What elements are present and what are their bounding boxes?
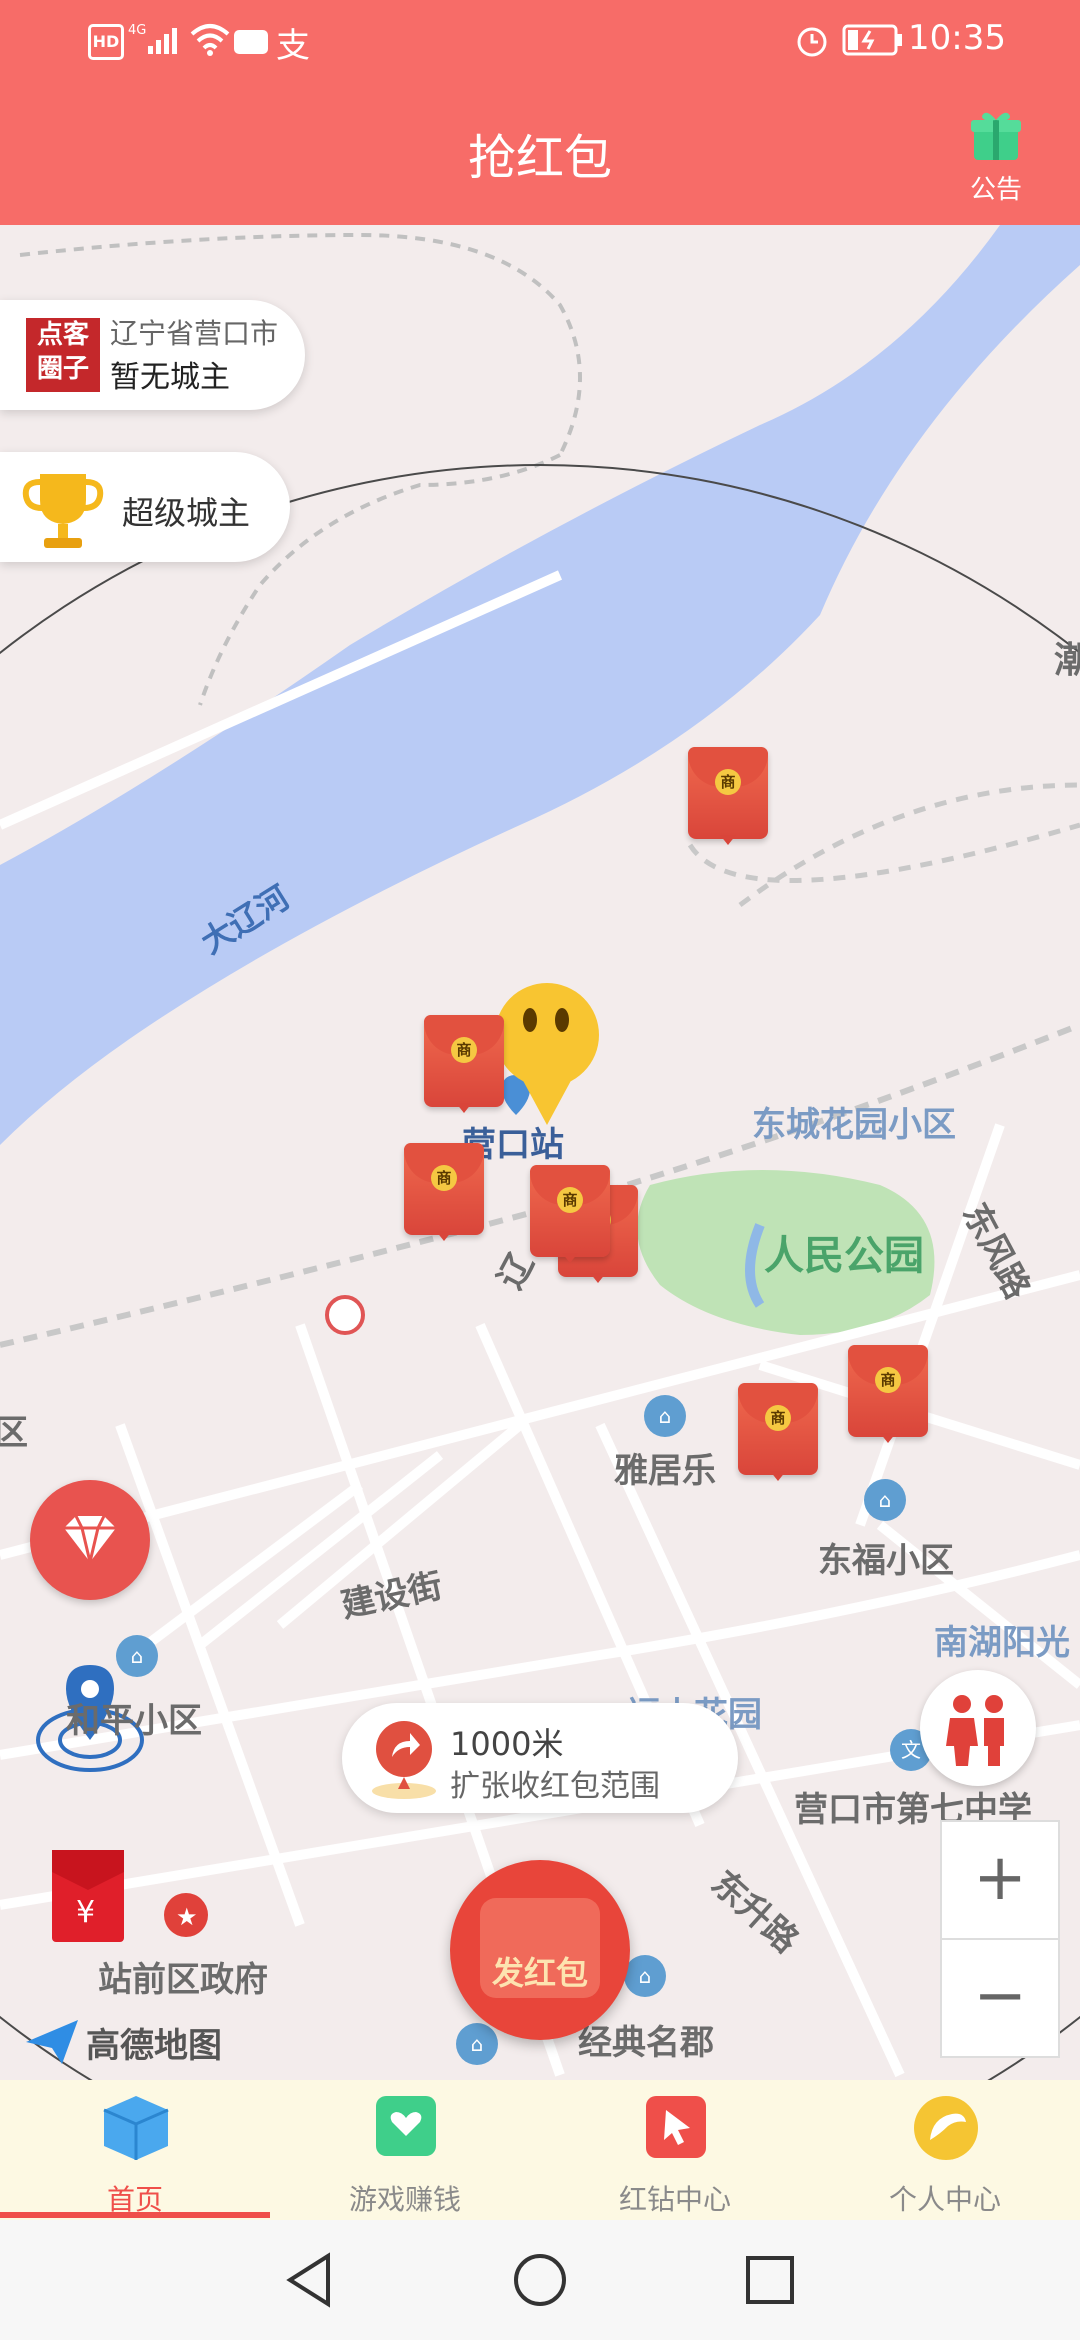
battery-icon: [842, 24, 902, 56]
box-icon: [103, 2096, 169, 2160]
range-distance: 1000米: [450, 1725, 564, 1763]
red-envelope-marker[interactable]: 商: [738, 1383, 818, 1483]
poi-pin-icon: ⌂: [116, 1635, 158, 1677]
share-pin-icon: [372, 1721, 436, 1799]
wifi-icon: [190, 24, 230, 56]
huawei-icon: [234, 30, 268, 54]
trophy-icon: [22, 474, 104, 548]
red-envelope-marker[interactable]: 商: [424, 1015, 504, 1115]
page-title: 抢红包: [467, 130, 612, 186]
map-view[interactable]: ★ 点客圈子 辽宁省营口市 暂无城主 超级城主 大辽河 营口站 东城花园小区 人…: [0, 225, 1080, 2080]
send-envelope-button[interactable]: 发红包: [450, 1860, 630, 2040]
alipay-icon: 支: [276, 26, 310, 66]
amap-label: 高德地图: [86, 2026, 222, 2066]
jingdian-label: 经典名郡: [578, 2023, 714, 2063]
zoom-in-label: +: [973, 1841, 1027, 1915]
cursor-icon: [646, 2096, 706, 2158]
notice-button[interactable]: 公告: [946, 106, 1046, 206]
tab-profile-label: 个人中心: [888, 2183, 1001, 2216]
bottom-tab-bar: 首页 游戏赚钱 红钻中心 个人中心: [0, 2080, 1080, 2220]
app-header: HD 4G 支 10:35 抢红包 公告: [0, 0, 1080, 225]
zoom-out-button[interactable]: −: [940, 1938, 1060, 2058]
gift-icon: [971, 112, 1021, 160]
range-action: 扩张收红包范围: [450, 1769, 660, 1804]
couple-icon: [946, 1695, 1004, 1766]
yuan-envelope-icon: ¥: [52, 1850, 124, 1930]
hd-icon: HD: [88, 24, 124, 60]
zhanqian-label: 站前区政府: [98, 1960, 268, 2000]
amap-icon: [26, 2020, 78, 2064]
poi-pin-icon: ⌂: [864, 1479, 906, 1521]
heping-label: 和平小区: [66, 1701, 202, 1741]
4g-signal-icon: 4G: [128, 23, 177, 54]
tab-diamond-center[interactable]: 红钻中心: [540, 2080, 810, 2220]
svg-text:★: ★: [176, 1903, 198, 1931]
diamond-button[interactable]: [30, 1480, 150, 1600]
notice-label: 公告: [969, 175, 1022, 205]
city-card[interactable]: 点客圈子 辽宁省营口市 暂无城主: [0, 300, 305, 410]
heart-mail-icon: [376, 2096, 436, 2156]
red-envelope-marker[interactable]: 商: [404, 1143, 484, 1243]
tab-game-earn-label: 游戏赚钱: [348, 2183, 461, 2216]
tab-home[interactable]: 首页: [0, 2080, 270, 2220]
tab-diamond-center-label: 红钻中心: [618, 2183, 731, 2216]
svg-text:4G: 4G: [128, 23, 146, 38]
metro-icon: [325, 1295, 365, 1335]
poi-pin-icon: ⌂: [456, 2023, 498, 2065]
city-location: 辽宁省营口市: [110, 317, 279, 350]
home-icon[interactable]: [510, 2250, 570, 2310]
envelope-shortcut-button[interactable]: ¥: [52, 1850, 124, 1942]
diamond-icon: [64, 1515, 116, 1563]
range-expand-bubble[interactable]: 1000米 扩张收红包范围: [342, 1703, 738, 1813]
couple-button[interactable]: [920, 1670, 1036, 1786]
recents-icon[interactable]: [742, 2252, 798, 2308]
svg-text:¥: ¥: [76, 1895, 95, 1930]
red-envelope-marker[interactable]: 商: [530, 1165, 610, 1265]
profile-icon: [914, 2096, 978, 2160]
dongfu-label: 东福小区: [818, 1541, 954, 1581]
status-time: 10:35: [908, 18, 1006, 58]
yajule-label: 雅居乐: [614, 1451, 716, 1491]
alarm-icon: [797, 27, 827, 57]
city-logo-text: 点客圈子: [36, 320, 89, 384]
poi-pin-icon: ⌂: [644, 1395, 686, 1437]
red-envelope-marker[interactable]: 商: [688, 747, 768, 847]
zoom-in-button[interactable]: +: [940, 1820, 1060, 1940]
poi-pin-icon: ⌂: [624, 1955, 666, 1997]
edge-label-qu: 区: [0, 1413, 28, 1453]
edge-label-chao: 潮: [1054, 640, 1080, 681]
super-owner-card[interactable]: 超级城主: [0, 452, 290, 562]
tab-game-earn[interactable]: 游戏赚钱: [270, 2080, 540, 2220]
tab-profile[interactable]: 个人中心: [810, 2080, 1080, 2220]
east-city-label: 东城花园小区: [752, 1105, 956, 1145]
park-label: 人民公园: [764, 1233, 924, 1279]
active-tab-indicator: [0, 2212, 270, 2218]
city-owner-status: 暂无城主: [110, 360, 230, 395]
super-owner-label: 超级城主: [122, 494, 251, 532]
city-logo: 点客圈子: [26, 318, 100, 392]
system-nav-bar: [0, 2220, 1080, 2340]
red-envelope-marker[interactable]: 商: [848, 1345, 928, 1445]
back-icon[interactable]: [282, 2250, 338, 2310]
zoom-out-label: −: [973, 1959, 1027, 2033]
nanhu-label: 南湖阳光: [934, 1623, 1070, 1663]
send-envelope-label: 发红包: [491, 1954, 588, 1992]
